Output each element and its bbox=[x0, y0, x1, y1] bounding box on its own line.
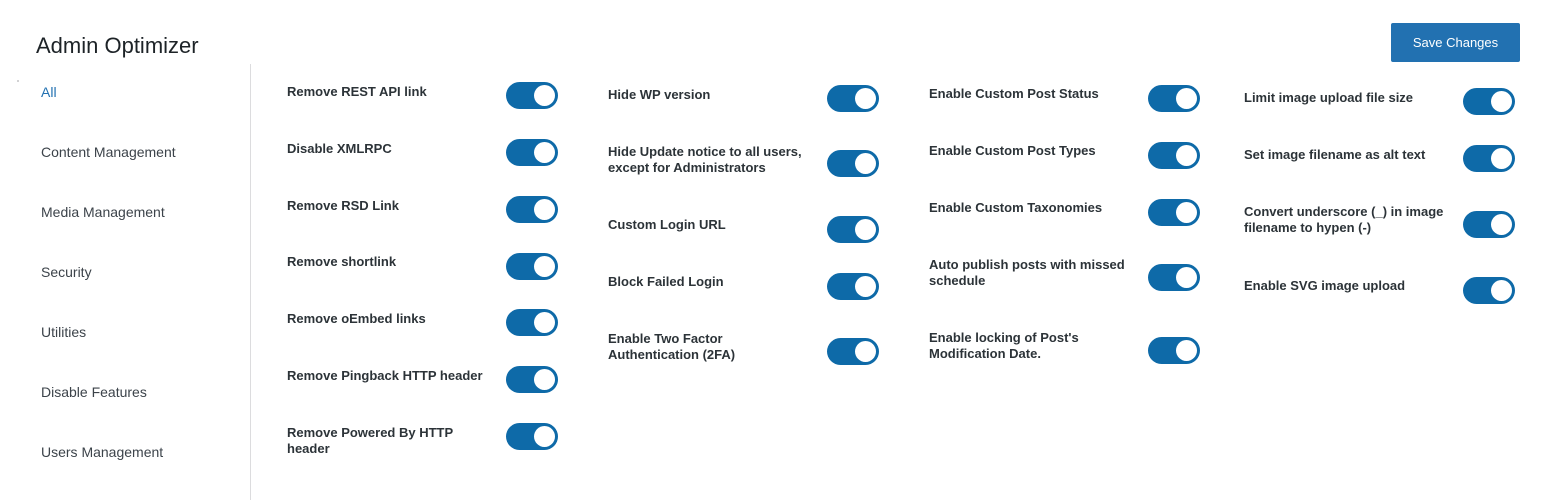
toggle-switch[interactable] bbox=[827, 150, 879, 177]
setting-label: Block Failed Login bbox=[608, 274, 724, 289]
setting-label: Remove RSD Link bbox=[287, 198, 399, 213]
toggle-knob bbox=[534, 142, 555, 163]
toggle-switch[interactable] bbox=[1463, 277, 1515, 304]
toggle-knob bbox=[1491, 280, 1512, 301]
toggle-switch[interactable] bbox=[827, 216, 879, 243]
admin-optimizer-page: Admin Optimizer Save Changes All Content… bbox=[0, 0, 1544, 500]
toggle-knob bbox=[855, 153, 876, 174]
setting-label: Remove oEmbed links bbox=[287, 311, 426, 326]
toggle-knob bbox=[534, 256, 555, 277]
toggle-switch[interactable] bbox=[506, 139, 558, 166]
sidebar-item-disable-features[interactable]: Disable Features bbox=[41, 383, 147, 401]
sidebar-item-media-management[interactable]: Media Management bbox=[41, 203, 165, 221]
toggle-switch[interactable] bbox=[827, 338, 879, 365]
setting-label: Hide Update notice to all users, except … bbox=[608, 144, 802, 175]
setting-label: Remove REST API link bbox=[287, 84, 427, 99]
toggle-switch[interactable] bbox=[506, 196, 558, 223]
sidebar-item-content-management[interactable]: Content Management bbox=[41, 143, 176, 161]
toggle-knob bbox=[1176, 267, 1197, 288]
toggle-knob bbox=[855, 219, 876, 240]
toggle-knob bbox=[855, 276, 876, 297]
toggle-knob bbox=[534, 199, 555, 220]
toggle-knob bbox=[1176, 202, 1197, 223]
toggle-switch[interactable] bbox=[506, 253, 558, 280]
setting-label: Enable Custom Taxonomies bbox=[929, 200, 1103, 215]
toggle-switch[interactable] bbox=[506, 309, 558, 336]
toggle-switch[interactable] bbox=[827, 273, 879, 300]
toggle-switch[interactable] bbox=[1463, 211, 1515, 238]
setting-label: Auto publish posts with missed schedule bbox=[929, 257, 1125, 288]
sidebar-item-users-management[interactable]: Users Management bbox=[41, 443, 163, 461]
toggle-switch[interactable] bbox=[1148, 337, 1200, 364]
toggle-knob bbox=[1491, 148, 1512, 169]
toggle-knob bbox=[1491, 91, 1512, 112]
setting-label: Enable SVG image upload bbox=[1244, 278, 1406, 293]
toggle-switch[interactable] bbox=[1148, 85, 1200, 112]
setting-label: Remove shortlink bbox=[287, 254, 397, 269]
setting-label: Enable Custom Post Status bbox=[929, 86, 1099, 101]
toggle-switch[interactable] bbox=[1148, 142, 1200, 169]
setting-label: Hide WP version bbox=[608, 87, 711, 102]
setting-label: Disable XMLRPC bbox=[287, 141, 392, 156]
sidebar-nav: All Content Management Media Management … bbox=[0, 64, 251, 500]
toggle-switch[interactable] bbox=[827, 85, 879, 112]
sidebar-item-security[interactable]: Security bbox=[41, 263, 92, 281]
toggle-knob bbox=[855, 341, 876, 362]
setting-label: Enable Two Factor Authentication (2FA) bbox=[608, 331, 736, 362]
page-title: Admin Optimizer bbox=[36, 33, 199, 58]
setting-label: Limit image upload file size bbox=[1244, 90, 1414, 105]
save-changes-button[interactable]: Save Changes bbox=[1391, 23, 1520, 62]
setting-label: Remove Powered By HTTP header bbox=[287, 425, 453, 456]
toggle-knob bbox=[534, 85, 555, 106]
sidebar-item-utilities[interactable]: Utilities bbox=[41, 323, 86, 341]
setting-label: Custom Login URL bbox=[608, 217, 726, 232]
toggle-knob bbox=[534, 312, 555, 333]
setting-label: Convert underscore (_) in image filename… bbox=[1244, 204, 1444, 235]
setting-label: Enable Custom Post Types bbox=[929, 143, 1096, 158]
toggle-switch[interactable] bbox=[1148, 199, 1200, 226]
toggle-knob bbox=[534, 426, 555, 447]
toggle-knob bbox=[855, 88, 876, 109]
toggle-knob bbox=[1176, 145, 1197, 166]
sidebar-item-all[interactable]: All bbox=[41, 83, 57, 101]
toggle-switch[interactable] bbox=[1463, 145, 1515, 172]
setting-label: Set image filename as alt text bbox=[1244, 147, 1426, 162]
toggle-knob bbox=[1491, 214, 1512, 235]
toggle-switch[interactable] bbox=[506, 366, 558, 393]
setting-label: Remove Pingback HTTP header bbox=[287, 368, 483, 383]
setting-label: Enable locking of Post's Modification Da… bbox=[929, 330, 1079, 361]
toggle-switch[interactable] bbox=[506, 423, 558, 450]
toggle-knob bbox=[1176, 340, 1197, 361]
toggle-switch[interactable] bbox=[1148, 264, 1200, 291]
toggle-knob bbox=[534, 369, 555, 390]
toggle-switch[interactable] bbox=[1463, 88, 1515, 115]
toggle-knob bbox=[1176, 88, 1197, 109]
toggle-switch[interactable] bbox=[506, 82, 558, 109]
